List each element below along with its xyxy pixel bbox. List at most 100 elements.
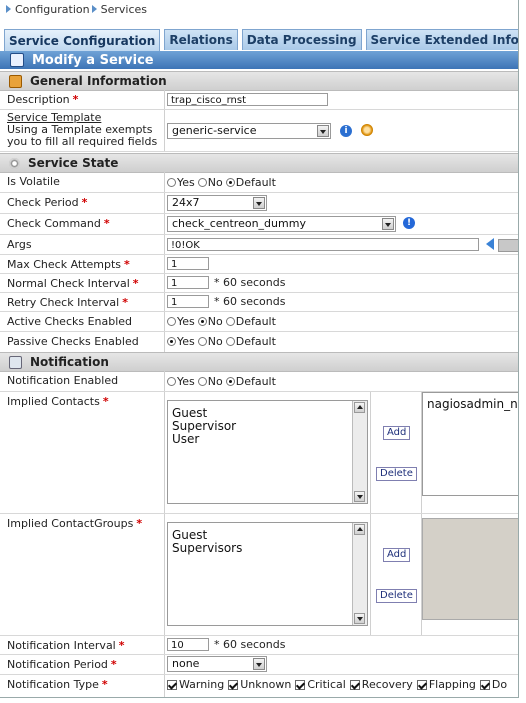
radio-default[interactable]	[225, 317, 235, 326]
radio-no[interactable]	[197, 377, 207, 386]
section-title: General Information	[30, 74, 167, 88]
row-retry-check-interval: Retry Check Interval * 1 * 60 seconds	[0, 293, 518, 312]
row-implied-contactgroups: Implied ContactGroups * Guest Supervisors…	[0, 514, 518, 636]
contacts-selected-list[interactable]: nagiosadmin_na	[422, 392, 518, 496]
form-title: Modify a Service	[32, 52, 154, 68]
info-icon[interactable]: !	[403, 217, 415, 229]
template-help: Using a Template exempts you to fill all …	[7, 123, 158, 148]
breadcrumb-arrow-icon	[6, 5, 11, 13]
label: Implied Contacts *	[7, 395, 109, 408]
contactgroups-available-list[interactable]: Guest Supervisors	[167, 522, 368, 626]
checkbox-unknown[interactable]	[228, 679, 239, 690]
database-icon	[10, 53, 24, 67]
label: Description *	[7, 93, 79, 106]
radio-no[interactable]	[197, 317, 207, 326]
row-is-volatile: Is Volatile Yes No Default	[0, 172, 518, 193]
add-contact-button[interactable]: Add	[383, 426, 411, 440]
row-service-template: Service Template Using a Template exempt…	[0, 110, 518, 152]
label: Retry Check Interval *	[7, 296, 128, 309]
active-checks-radios: Yes No Default	[167, 315, 276, 328]
template-select[interactable]: generic-service	[167, 123, 331, 139]
radio-yes[interactable]	[167, 178, 176, 187]
tab-service-configuration[interactable]: Service Configuration	[4, 29, 161, 52]
chevron-down-icon	[253, 658, 265, 670]
section-general-information: General Information	[0, 71, 518, 91]
row-normal-check-interval: Normal Check Interval * 1 * 60 seconds	[0, 274, 518, 293]
breadcrumb-root[interactable]: Configuration	[15, 3, 90, 16]
radio-default[interactable]	[225, 178, 235, 187]
radio-yes[interactable]	[167, 317, 176, 326]
label: Notification Interval *	[7, 639, 125, 652]
breadcrumb-current[interactable]: Services	[101, 3, 147, 16]
gear-icon[interactable]	[361, 124, 373, 136]
radio-default[interactable]	[225, 377, 235, 386]
radio-no[interactable]	[197, 337, 207, 346]
list-item[interactable]: Supervisors	[172, 542, 363, 555]
passive-checks-radios: Yes No Default	[167, 335, 276, 348]
radio-yes[interactable]	[167, 377, 176, 386]
retry-check-interval-input[interactable]: 1	[167, 295, 209, 308]
row-notification-period: Notification Period * none	[0, 655, 518, 675]
delete-contact-button[interactable]: Delete	[376, 467, 417, 481]
check-period-select[interactable]: 24x7	[167, 195, 267, 211]
info-icon[interactable]: i	[340, 125, 352, 137]
row-description: Description * trap_cisco_rnst	[0, 90, 518, 110]
scrollbar[interactable]	[352, 523, 367, 625]
args-input[interactable]: !0!OK	[167, 238, 479, 251]
add-contactgroup-button[interactable]: Add	[383, 548, 411, 562]
max-check-attempts-input[interactable]: 1	[167, 257, 209, 270]
normal-check-interval-input[interactable]: 1	[167, 276, 209, 289]
tab-service-extended-info[interactable]: Service Extended Info	[365, 29, 518, 50]
checkbox-warning[interactable]	[167, 679, 177, 690]
section-title: Service State	[28, 156, 119, 170]
row-check-command: Check Command * check_centreon_dummy !	[0, 214, 518, 235]
radio-yes[interactable]	[167, 337, 176, 346]
radio-no[interactable]	[197, 178, 207, 187]
contacts-available-list[interactable]: Guest Supervisor User	[167, 400, 368, 504]
description-input[interactable]: trap_cisco_rnst	[167, 93, 328, 106]
notification-period-select[interactable]: none	[167, 656, 267, 672]
checkbox-recovery[interactable]	[349, 679, 360, 690]
scroll-down-icon[interactable]	[354, 491, 365, 502]
notification-interval-input[interactable]: 10	[167, 638, 209, 651]
notification-type-checkboxes: Warning Unknown Critical Recovery Flappi…	[167, 678, 507, 691]
row-notification-enabled: Notification Enabled Yes No Default	[0, 371, 518, 392]
tab-bar: Service Configuration Relations Data Pro…	[4, 29, 518, 52]
scroll-up-icon[interactable]	[354, 402, 365, 413]
section-title: Notification	[30, 355, 109, 369]
list-item[interactable]: Supervisor	[172, 420, 363, 433]
label: Is Volatile	[7, 175, 60, 188]
tab-data-processing[interactable]: Data Processing	[241, 29, 362, 50]
unit-label: * 60 seconds	[214, 295, 286, 308]
notification-icon	[9, 355, 22, 369]
row-notification-type: Notification Type * Warning Unknown Criti…	[0, 675, 518, 697]
scroll-up-icon[interactable]	[354, 524, 365, 535]
checkbox-critical[interactable]	[295, 679, 306, 690]
list-item[interactable]: nagiosadmin_na	[427, 398, 518, 411]
list-item[interactable]: User	[172, 433, 363, 446]
label: Normal Check Interval *	[7, 277, 139, 290]
contactgroups-selected-list[interactable]	[422, 518, 518, 620]
breadcrumb-arrow-icon	[91, 5, 97, 13]
check-command-select[interactable]: check_centreon_dummy	[167, 216, 396, 232]
label: Passive Checks Enabled	[7, 335, 139, 348]
row-args: Args !0!OK	[0, 235, 518, 255]
scrollbar[interactable]	[352, 401, 367, 503]
label: Check Period *	[7, 196, 88, 209]
tab-relations[interactable]: Relations	[164, 29, 238, 50]
label: Max Check Attempts *	[7, 258, 130, 271]
delete-contactgroup-button[interactable]: Delete	[376, 589, 417, 603]
arrow-left-icon[interactable]	[486, 238, 494, 250]
is-volatile-radios: Yes No Default	[167, 176, 276, 189]
unit-label: * 60 seconds	[214, 276, 286, 289]
args-helper-button[interactable]	[498, 239, 518, 252]
label: Args	[7, 238, 32, 251]
chevron-down-icon	[317, 125, 329, 137]
scroll-down-icon[interactable]	[354, 613, 365, 624]
row-notification-interval: Notification Interval * 10 * 60 seconds	[0, 636, 518, 655]
checkbox-flapping[interactable]	[416, 679, 427, 690]
row-max-check-attempts: Max Check Attempts * 1	[0, 255, 518, 274]
checkbox-downtime[interactable]	[479, 679, 490, 690]
info-box-icon	[9, 74, 22, 88]
radio-default[interactable]	[225, 337, 235, 346]
